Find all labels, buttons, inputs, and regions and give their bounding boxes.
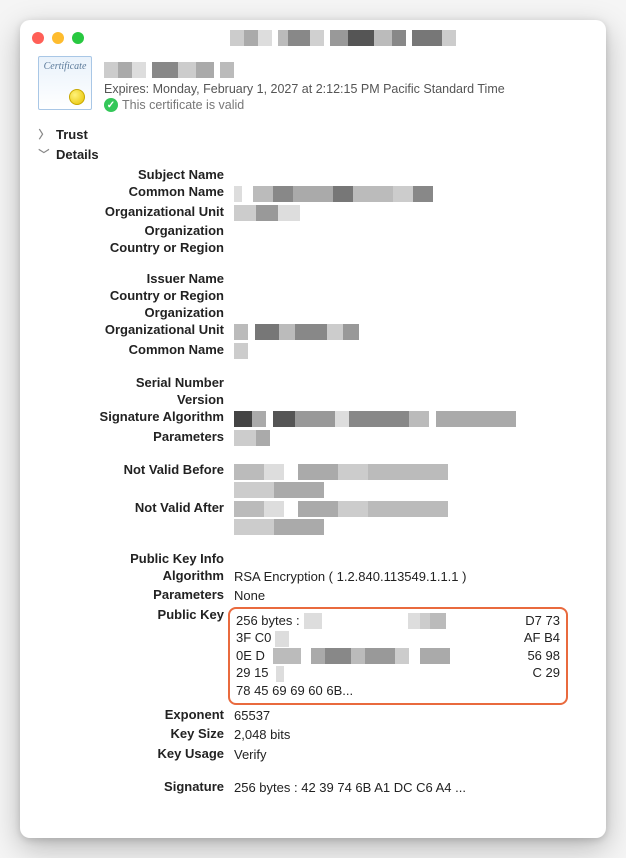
key-usage-value: Verify: [234, 746, 588, 764]
sections: 〉 Trust 〉 Details Subject Name Common Na…: [20, 122, 606, 798]
not-before-label: Not Valid Before: [44, 462, 224, 477]
params-label: Parameters: [44, 587, 224, 602]
details-section-toggle[interactable]: 〉 Details: [38, 144, 588, 164]
algorithm-value: RSA Encryption ( 1.2.840.113549.1.1.1 ): [234, 568, 588, 586]
checkmark-icon: ✓: [104, 98, 118, 112]
not-after-value: [234, 500, 588, 535]
chevron-down-icon: 〉: [36, 148, 52, 160]
public-key-value: 256 bytes : D7 73 3F C0 AF B4 0E D: [234, 607, 588, 705]
issuer-common-name-value: [234, 342, 588, 360]
issuer-country-label: Country or Region: [44, 288, 224, 303]
not-after-label: Not Valid After: [44, 500, 224, 515]
org-unit-value: [234, 204, 588, 222]
common-name-value: [234, 184, 588, 202]
details-body: Subject Name Common Name Organizational …: [38, 164, 588, 798]
window-controls: [32, 32, 84, 44]
version-label: Version: [44, 392, 224, 407]
exponent-value: 65537: [234, 707, 588, 725]
close-icon[interactable]: [32, 32, 44, 44]
chevron-right-icon: 〉: [38, 126, 50, 142]
key-size-value: 2,048 bits: [234, 726, 588, 744]
expires-text: Expires: Monday, February 1, 2027 at 2:1…: [104, 82, 505, 96]
issuer-common-name-label: Common Name: [44, 342, 224, 357]
issuer-org-unit-value: [234, 322, 588, 340]
details-heading: Details: [56, 147, 99, 162]
subject-name-heading: Subject Name: [44, 167, 224, 182]
issuer-org-unit-label: Organizational Unit: [44, 322, 224, 337]
key-size-label: Key Size: [44, 726, 224, 741]
not-before-value: [234, 462, 588, 497]
issuer-name-heading: Issuer Name: [44, 271, 224, 286]
zoom-icon[interactable]: [72, 32, 84, 44]
minimize-icon[interactable]: [52, 32, 64, 44]
certificate-icon: Certificate: [38, 56, 92, 110]
window-title-redacted: [92, 30, 594, 46]
certificate-name-redacted: [104, 62, 505, 78]
country-label: Country or Region: [44, 240, 224, 255]
cert-params-value: [234, 429, 588, 447]
certificate-window: Certificate Expires: Monday, February 1,…: [20, 20, 606, 838]
org-unit-label: Organizational Unit: [44, 204, 224, 219]
valid-status: ✓ This certificate is valid: [104, 98, 505, 112]
trust-heading: Trust: [56, 127, 88, 142]
common-name-label: Common Name: [44, 184, 224, 199]
sig-algo-label: Signature Algorithm: [44, 409, 224, 424]
signature-value: 256 bytes : 42 39 74 6B A1 DC C6 A4 ...: [234, 779, 588, 797]
serial-label: Serial Number: [44, 375, 224, 390]
certificate-header: Certificate Expires: Monday, February 1,…: [20, 52, 606, 122]
signature-label: Signature: [44, 779, 224, 794]
organization-label: Organization: [44, 223, 224, 238]
certificate-summary: Expires: Monday, February 1, 2027 at 2:1…: [104, 56, 505, 112]
params-value: None: [234, 587, 588, 605]
public-key-label: Public Key: [44, 607, 224, 622]
pki-heading: Public Key Info: [44, 551, 224, 566]
key-usage-label: Key Usage: [44, 746, 224, 761]
algorithm-label: Algorithm: [44, 568, 224, 583]
exponent-label: Exponent: [44, 707, 224, 722]
cert-params-label: Parameters: [44, 429, 224, 444]
trust-section-toggle[interactable]: 〉 Trust: [38, 124, 588, 144]
public-key-highlight: 256 bytes : D7 73 3F C0 AF B4 0E D: [228, 607, 568, 705]
sig-algo-value: [234, 409, 588, 427]
issuer-org-label: Organization: [44, 305, 224, 320]
titlebar: [20, 20, 606, 52]
